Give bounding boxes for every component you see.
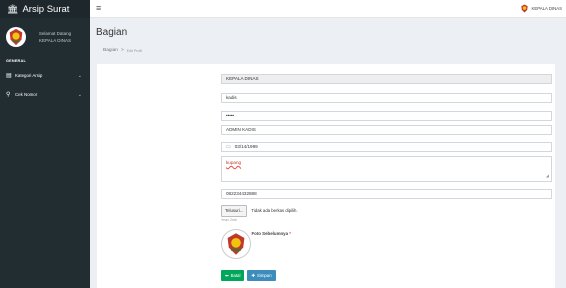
row-foto-sebelumnya: Foto Sebelumnya * — [97, 229, 555, 259]
previous-photo — [221, 229, 251, 259]
folder-icon: ▤ — [6, 73, 12, 79]
back-button[interactable]: ⬅ Batal — [221, 270, 245, 281]
bank-icon: 🏛 — [7, 3, 19, 14]
breadcrumb: Bagian > Edit Profil — [103, 48, 142, 53]
tanggal-lahir-value: 03/14/1999 — [234, 144, 258, 149]
user-name: KEPALA DINAS — [531, 6, 563, 11]
browse-button[interactable]: Telusuri... — [221, 205, 248, 217]
welcome-user: KEPALA DINAS — [39, 38, 71, 43]
save-label: Simpan — [257, 273, 272, 278]
field-label: Foto Sebelumnya * — [251, 231, 291, 236]
row-nama-bagian: Nama Bagian * KEPALA DINAS — [97, 74, 555, 84]
breadcrumb-current[interactable]: Bagian — [103, 48, 118, 53]
emblem-icon — [520, 4, 528, 13]
sidebar-item-label: Cek Nomor — [15, 92, 38, 97]
row-foto: Foto * Telusuri... Tidak ada berkas dipi… — [97, 205, 555, 222]
emblem-icon — [9, 28, 23, 46]
arrow-left-icon: ⬅ — [225, 272, 229, 278]
help-text: *max 2mb — [221, 218, 237, 222]
chevron-down-icon: ⌄ — [77, 72, 82, 79]
welcome-text: Selamat Datang KEPALA DINAS — [34, 30, 76, 44]
back-label: Batal — [230, 273, 241, 278]
row-password: Password Bagian * ••••• — [97, 111, 555, 121]
hamburger-icon[interactable]: ≡ — [96, 4, 101, 13]
avatar-small — [519, 4, 529, 13]
breadcrumb-sub: Edit Profil — [126, 48, 143, 53]
row-tanggal-lahir: Tanggal Lahir * ▭ 03/14/1999 — [97, 142, 555, 152]
username-field[interactable]: kadis — [221, 93, 552, 103]
welcome-line: Selamat Datang — [38, 31, 72, 36]
topbar: ≡ KEPALA DINAS — [90, 0, 566, 18]
file-status: Tidak ada berkas dipilih. — [251, 208, 298, 213]
nav-header: GENERAL — [6, 59, 26, 63]
calendar-icon: ▭ — [226, 144, 231, 150]
resize-handle-icon[interactable]: ◢ — [546, 172, 549, 180]
page-title: Bagian — [96, 27, 128, 38]
password-field[interactable]: ••••• — [221, 111, 552, 121]
no-hp-field[interactable]: 082234432888 — [221, 189, 552, 199]
sidebar: 🏛 Arsip Surat Selamat Datang KEPALA DINA… — [0, 0, 90, 288]
row-alamat: Alamat * kupang ◢ — [97, 156, 555, 182]
form-actions: ⬅ Batal ✚ Simpan — [221, 270, 276, 281]
user-menu[interactable]: KEPALA DINAS — [519, 4, 563, 13]
brand[interactable]: 🏛 Arsip Surat — [0, 0, 90, 18]
tanggal-lahir-field[interactable]: ▭ 03/14/1999 — [221, 142, 552, 152]
search-icon: ⚲ — [6, 92, 11, 98]
row-username: Username Admin Bagian * kadis — [97, 93, 555, 103]
save-button[interactable]: ✚ Simpan — [247, 270, 276, 281]
breadcrumb-sep: > — [120, 48, 124, 53]
row-no-hp: No HP * 082234432888 — [97, 189, 555, 199]
sidebar-item-kategori-arsip[interactable]: ▤ Kategori Arsip ⌄ — [0, 66, 90, 85]
row-nama-lengkap: Nama Lengkap * ADMIN KADIS — [97, 125, 555, 135]
alamat-value: kupang — [226, 160, 242, 165]
brand-title: Arsip Surat — [22, 3, 70, 15]
nama-lengkap-field[interactable]: ADMIN KADIS — [221, 125, 552, 135]
avatar — [6, 27, 26, 47]
plus-icon: ✚ — [251, 272, 256, 278]
content-header: Bagian — [96, 27, 127, 38]
alamat-textarea[interactable]: kupang ◢ — [221, 156, 552, 182]
nama-bagian-field: KEPALA DINAS — [221, 74, 552, 84]
chevron-down-icon: ⌄ — [77, 91, 82, 98]
form-card: Nama Bagian * KEPALA DINAS Username Admi… — [97, 64, 555, 288]
sidebar-item-label: Kategori Arsip — [15, 73, 43, 78]
user-panel: Selamat Datang KEPALA DINAS — [0, 18, 90, 53]
emblem-icon — [227, 233, 245, 255]
sidebar-item-cek-nomor[interactable]: ⚲ Cek Nomor ⌄ — [0, 85, 90, 104]
foto-file-input[interactable]: Telusuri... Tidak ada berkas dipilih. — [221, 205, 552, 217]
